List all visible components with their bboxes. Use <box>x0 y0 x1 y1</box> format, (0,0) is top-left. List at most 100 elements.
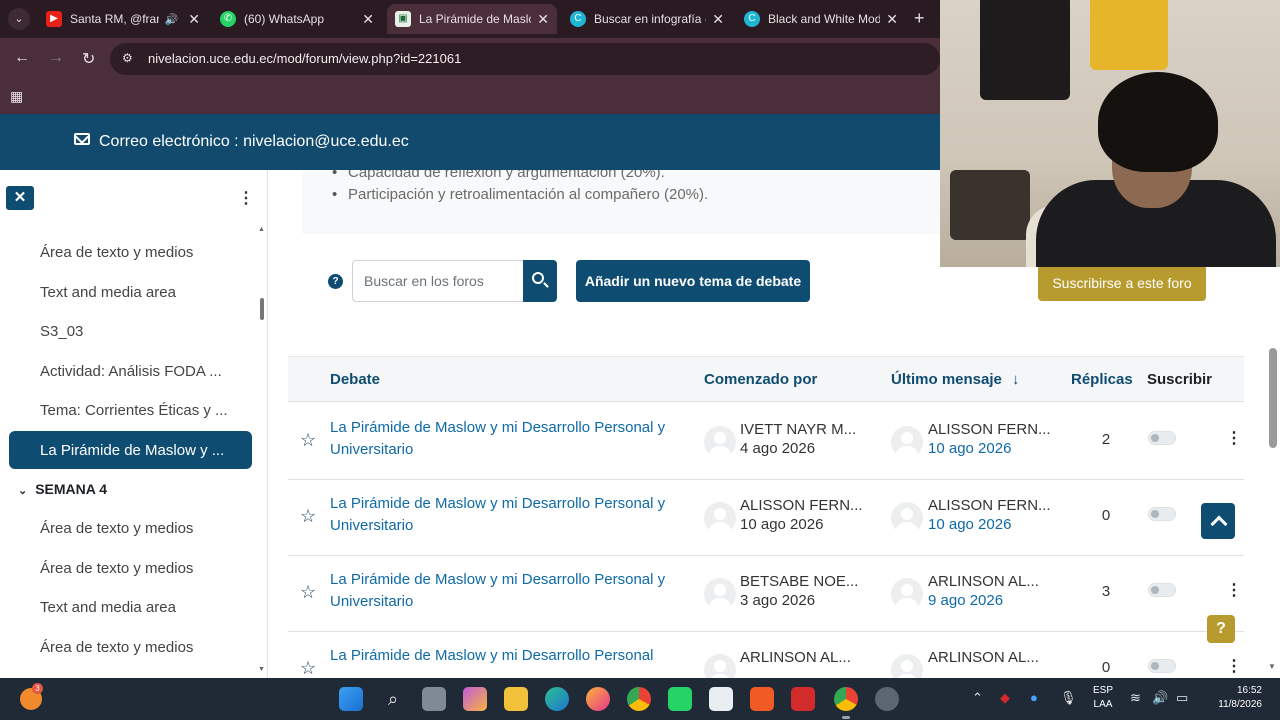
chrome-icon[interactable] <box>627 687 651 711</box>
help-question-icon[interactable]: ? <box>328 274 343 289</box>
task-view-icon[interactable] <box>422 687 446 711</box>
subscribe-forum-button[interactable]: Suscribirse a este foro <box>1038 265 1206 301</box>
keyboard-language[interactable]: ESP LAA <box>1093 684 1113 712</box>
wifi-icon[interactable]: ≋ <box>1130 690 1141 706</box>
avatar[interactable] <box>704 578 736 610</box>
last-post-author[interactable]: ALISSON FERN... <box>928 421 1051 438</box>
browser-tab-maslow[interactable]: ▣ La Pirámide de Maslo ✕ <box>387 4 557 34</box>
course-index-item[interactable]: Text and media area <box>40 599 176 616</box>
url-text[interactable]: nivelacion.uce.edu.ec/mod/forum/view.php… <box>148 51 461 66</box>
tab-search-chevron-icon[interactable]: ⌄ <box>8 8 30 30</box>
site-info-icon[interactable]: ⚙ <box>122 51 133 65</box>
close-tab-icon[interactable]: ✕ <box>886 11 898 28</box>
microphone-icon[interactable]: 🎙 <box>1060 690 1077 706</box>
replies-count[interactable]: 2 <box>1096 431 1116 448</box>
close-tab-icon[interactable]: ✕ <box>362 11 374 28</box>
scroll-down-arrow-icon[interactable]: ▼ <box>1268 662 1276 671</box>
row-options-icon[interactable]: ⋮ <box>1226 580 1242 600</box>
volume-icon[interactable]: 🔊 <box>1152 690 1168 706</box>
close-drawer-icon[interactable]: ✕ <box>6 186 34 210</box>
address-bar[interactable]: ⚙ nivelacion.uce.edu.ec/mod/forum/view.p… <box>110 43 940 75</box>
discussion-title-link[interactable]: La Pirámide de Maslow y mi Desarrollo Pe… <box>330 417 702 461</box>
avatar[interactable] <box>704 502 736 534</box>
contact-email[interactable]: Correo electrónico : nivelacion@uce.edu.… <box>99 133 409 151</box>
close-tab-icon[interactable]: ✕ <box>537 11 549 28</box>
speaker-icon[interactable]: 🔊 <box>165 13 179 26</box>
column-header-started-by[interactable]: Comenzado por <box>704 371 817 388</box>
edge-icon[interactable] <box>545 687 569 711</box>
browser-tab-canva-design[interactable]: C Black and White Mod ✕ <box>736 4 906 34</box>
last-post-date[interactable]: 9 ago 2026 <box>928 592 1003 609</box>
column-header-debate[interactable]: Debate <box>330 371 380 388</box>
add-discussion-button[interactable]: Añadir un nuevo tema de debate <box>576 260 810 302</box>
forum-search-input[interactable] <box>352 260 524 302</box>
replies-count[interactable]: 0 <box>1096 507 1116 524</box>
whatsapp-icon[interactable] <box>668 687 692 711</box>
back-to-top-button[interactable] <box>1201 503 1235 539</box>
course-index-item[interactable]: Text and media area <box>40 284 176 301</box>
battery-icon[interactable]: ▭ <box>1176 690 1188 706</box>
course-index-item[interactable]: Actividad: Análisis FODA ... <box>40 363 222 380</box>
new-tab-plus-icon[interactable]: + <box>914 8 925 28</box>
column-header-last-post[interactable]: Último mensaje ↓ <box>891 371 1020 388</box>
star-icon[interactable]: ☆ <box>300 430 316 451</box>
page-scrollbar-track[interactable] <box>1266 270 1280 678</box>
close-tab-icon[interactable]: ✕ <box>188 11 200 28</box>
avatar[interactable] <box>891 426 923 458</box>
tray-app-icon[interactable]: ◆ <box>1000 690 1010 706</box>
store-icon[interactable] <box>709 687 733 711</box>
course-index-item[interactable]: Área de texto y medios <box>40 520 193 537</box>
last-post-date[interactable]: 10 ago 2026 <box>928 440 1011 457</box>
subscribe-toggle[interactable] <box>1148 431 1176 445</box>
subscribe-toggle[interactable] <box>1148 583 1176 597</box>
tray-app-icon[interactable]: ● <box>1030 690 1038 705</box>
author-name[interactable]: BETSABE NOE... <box>740 573 858 590</box>
chevron-up-icon[interactable]: ⌃ <box>972 690 983 706</box>
course-index-item[interactable]: Área de texto y medios <box>40 244 193 261</box>
browser-tab-canva-search[interactable]: C Buscar en infografía - ✕ <box>562 4 732 34</box>
close-tab-icon[interactable]: ✕ <box>712 11 724 28</box>
obs-icon[interactable] <box>875 687 899 711</box>
avatar[interactable] <box>704 426 736 458</box>
author-name[interactable]: ARLINSON AL... <box>740 649 851 666</box>
course-section-toggle[interactable]: ⌄ SEMANA 4 <box>18 481 107 497</box>
avatar[interactable] <box>891 654 923 678</box>
reload-icon[interactable]: ↻ <box>82 49 95 69</box>
replies-count[interactable]: 3 <box>1096 583 1116 600</box>
star-icon[interactable]: ☆ <box>300 506 316 527</box>
last-post-date[interactable]: 10 ago 2026 <box>928 516 1011 533</box>
subscribe-toggle[interactable] <box>1148 659 1176 673</box>
browser-tab-youtube[interactable]: ▶ Santa RM, @franc 🔊 ✕ <box>38 4 208 34</box>
scroll-down-arrow-icon[interactable]: ▼ <box>258 666 265 673</box>
clock[interactable]: 16:52 11/8/2026 <box>1208 684 1262 712</box>
column-header-replies[interactable]: Réplicas <box>1071 371 1133 388</box>
row-options-icon[interactable]: ⋮ <box>1226 656 1242 676</box>
apps-grid-icon[interactable]: ▦ <box>10 88 23 105</box>
avatar[interactable] <box>891 578 923 610</box>
course-index-item[interactable]: Área de texto y medios <box>40 639 193 656</box>
avatar[interactable] <box>891 502 923 534</box>
copilot-icon[interactable] <box>463 687 487 711</box>
forward-arrow-icon[interactable]: → <box>48 49 64 67</box>
drawer-scrollbar[interactable] <box>260 298 264 320</box>
scroll-up-arrow-icon[interactable]: ▲ <box>258 226 265 233</box>
firefox-icon[interactable] <box>586 687 610 711</box>
author-name[interactable]: IVETT NAYR M... <box>740 421 856 438</box>
chrome-active-icon[interactable] <box>834 687 858 711</box>
avatar[interactable] <box>704 654 736 678</box>
course-index-item[interactable]: Tema: Corrientes Éticas y ... <box>40 402 228 419</box>
wps-office-icon[interactable] <box>791 687 815 711</box>
discussion-title-link[interactable]: La Pirámide de Maslow y mi Desarrollo Pe… <box>330 493 702 537</box>
brave-icon[interactable] <box>750 687 774 711</box>
course-index-item-active[interactable]: La Pirámide de Maslow y ... <box>9 431 252 469</box>
discussion-title-link[interactable]: La Pirámide de Maslow y mi Desarrollo Pe… <box>330 569 702 613</box>
search-icon[interactable]: ⌕ <box>381 687 405 711</box>
help-float-button[interactable]: ? <box>1207 615 1235 643</box>
subscribe-toggle[interactable] <box>1148 507 1176 521</box>
discussion-title-link[interactable]: La Pirámide de Maslow y mi Desarrollo Pe… <box>330 645 702 667</box>
file-explorer-icon[interactable] <box>504 687 528 711</box>
last-post-author[interactable]: ARLINSON AL... <box>928 649 1039 666</box>
course-index-item[interactable]: Área de texto y medios <box>40 560 193 577</box>
author-name[interactable]: ALISSON FERN... <box>740 497 863 514</box>
forum-search-button[interactable] <box>523 260 557 302</box>
